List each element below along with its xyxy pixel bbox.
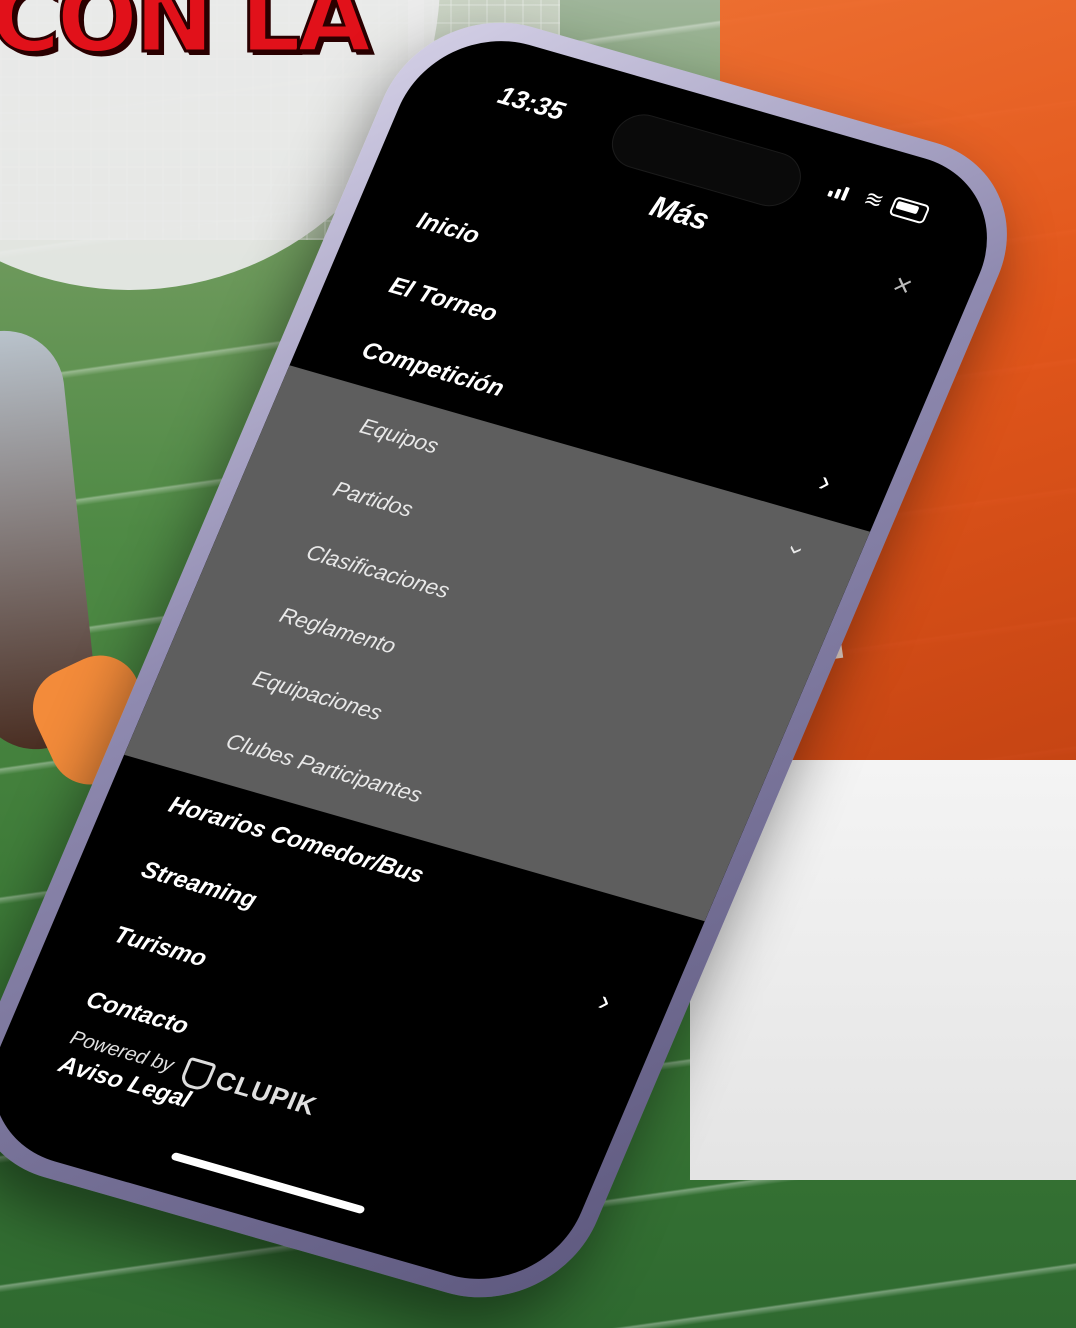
submenu-item-label: Partidos xyxy=(329,476,417,522)
menu-item-label: Turismo xyxy=(109,921,211,973)
menu-item-label: Inicio xyxy=(412,207,484,250)
shield-icon xyxy=(178,1056,217,1092)
wifi-icon: ≋ xyxy=(860,185,888,214)
submenu-item-label: Equipos xyxy=(356,413,443,459)
chevron-down-icon: › xyxy=(781,542,814,559)
chevron-right-icon: › xyxy=(814,465,837,499)
banner-headline: CON LA xyxy=(0,0,373,76)
signal-icon xyxy=(826,179,859,203)
status-time: 13:35 xyxy=(493,79,570,126)
battery-icon xyxy=(888,195,931,225)
menu-item-label: El Torneo xyxy=(385,272,502,328)
menu-item-label: Streaming xyxy=(137,856,261,914)
submenu-item-label: Reglamento xyxy=(275,602,400,659)
status-icons: ≋ xyxy=(826,178,931,225)
chevron-right-icon: › xyxy=(593,984,617,1019)
